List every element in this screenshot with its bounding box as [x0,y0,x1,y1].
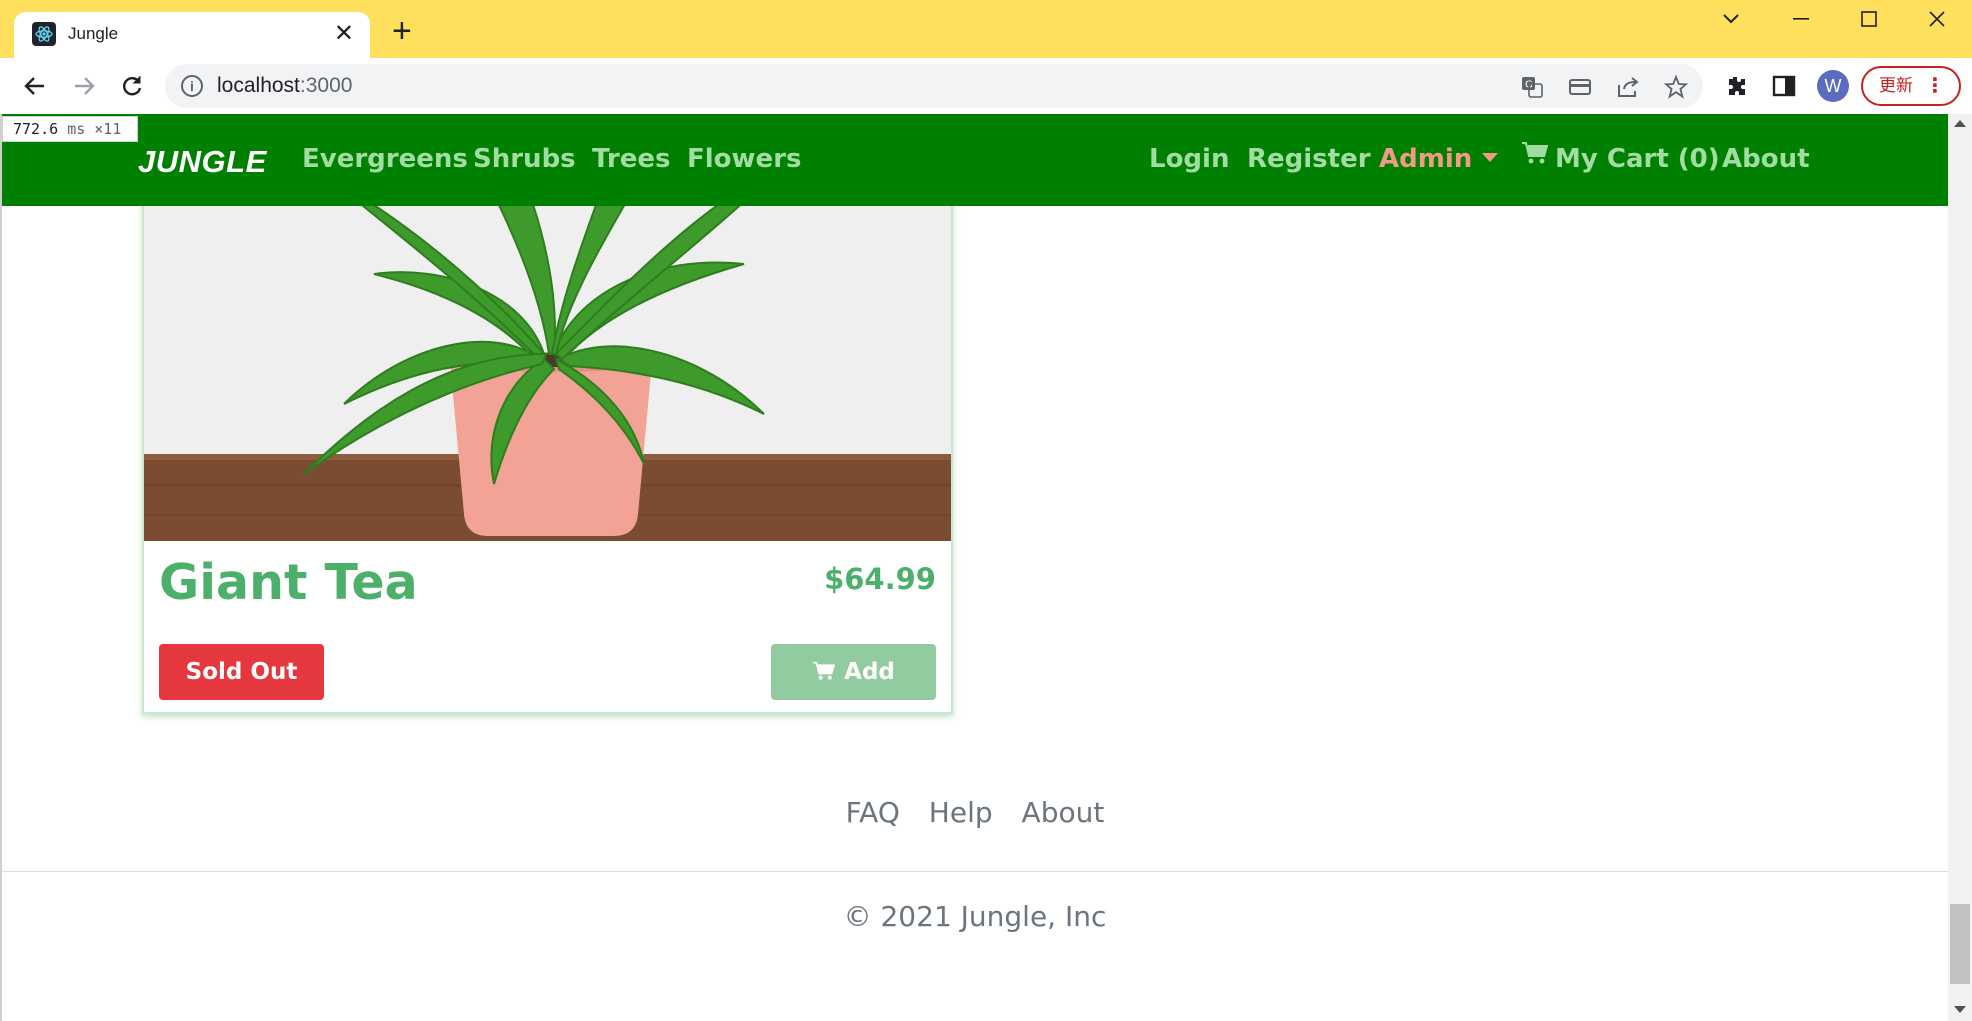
side-panel-icon[interactable] [1770,72,1798,100]
nav-evergreens[interactable]: Evergreens [302,144,468,174]
footer-divider [2,871,1948,872]
product-name: Giant Tea [159,554,418,611]
card-icon[interactable] [1567,74,1593,100]
caret-down-icon [1482,153,1499,162]
product-price: $64.99 [824,562,936,596]
nav-login[interactable]: Login [1149,144,1229,174]
product-card: Giant Tea $64.99 Sold Out Add [142,154,953,714]
browser-tab-bar: Jungle ✕ + [0,0,1972,58]
bookmark-star-icon[interactable] [1663,74,1689,100]
nav-cart[interactable]: My Cart (0) [1521,141,1720,174]
perf-overlay: 772.6 ms ×11 [2,116,138,142]
nav-about[interactable]: About [1722,144,1810,174]
update-button[interactable]: 更新 ⋮ [1861,66,1961,106]
page-scrollbar[interactable] [1948,114,1972,1021]
back-icon[interactable] [17,68,53,104]
brand-logo[interactable]: JUNGLE [138,144,267,180]
url-text: localhost:3000 [217,74,353,97]
address-bar[interactable]: i localhost:3000 G [165,64,1703,108]
scroll-thumb[interactable] [1950,904,1970,984]
browser-tab[interactable]: Jungle ✕ [14,12,370,58]
footer-help-link[interactable]: Help [929,796,993,829]
close-tab-icon[interactable]: ✕ [334,19,354,48]
cart-icon [1521,141,1549,172]
product-image[interactable] [144,154,951,541]
cart-icon [812,659,836,685]
maximize-icon[interactable] [1854,4,1884,34]
reload-icon[interactable] [114,68,150,104]
footer-links: FAQ Help About [2,796,1948,829]
copyright-text: © 2021 Jungle, Inc [843,900,1107,933]
browser-toolbar: i localhost:3000 G W 更新 ⋮ [0,58,1972,114]
extensions-icon[interactable] [1722,72,1750,100]
tab-title: Jungle [68,24,119,43]
tab-search-icon[interactable] [1716,4,1746,34]
scroll-up-icon[interactable] [1954,120,1966,127]
forward-icon[interactable] [66,68,102,104]
nav-flowers[interactable]: Flowers [687,144,802,174]
add-to-cart-button[interactable]: Add [771,644,936,700]
nav-shrubs[interactable]: Shrubs [473,144,576,174]
site-navbar: JUNGLE Evergreens Shrubs Trees Flowers L… [2,114,1948,206]
nav-trees[interactable]: Trees [592,144,670,174]
minimize-icon[interactable] [1786,4,1816,34]
share-icon[interactable] [1615,74,1641,100]
nav-admin-dropdown[interactable]: Admin [1379,144,1499,174]
translate-icon[interactable]: G [1519,74,1545,100]
react-icon [32,22,56,46]
new-tab-icon[interactable]: + [392,14,412,48]
profile-avatar[interactable]: W [1817,70,1849,102]
footer-faq-link[interactable]: FAQ [846,796,900,829]
footer-about-link[interactable]: About [1022,796,1105,829]
add-button-label: Add [844,659,895,685]
scroll-down-icon[interactable] [1954,1006,1966,1013]
page-viewport: JUNGLE Evergreens Shrubs Trees Flowers L… [0,114,1948,1021]
menu-dots-icon[interactable]: ⋮ [1925,68,1945,104]
nav-register[interactable]: Register [1247,144,1371,174]
sold-out-badge: Sold Out [159,644,324,700]
close-window-icon[interactable] [1922,4,1952,34]
site-info-icon[interactable]: i [181,75,203,97]
